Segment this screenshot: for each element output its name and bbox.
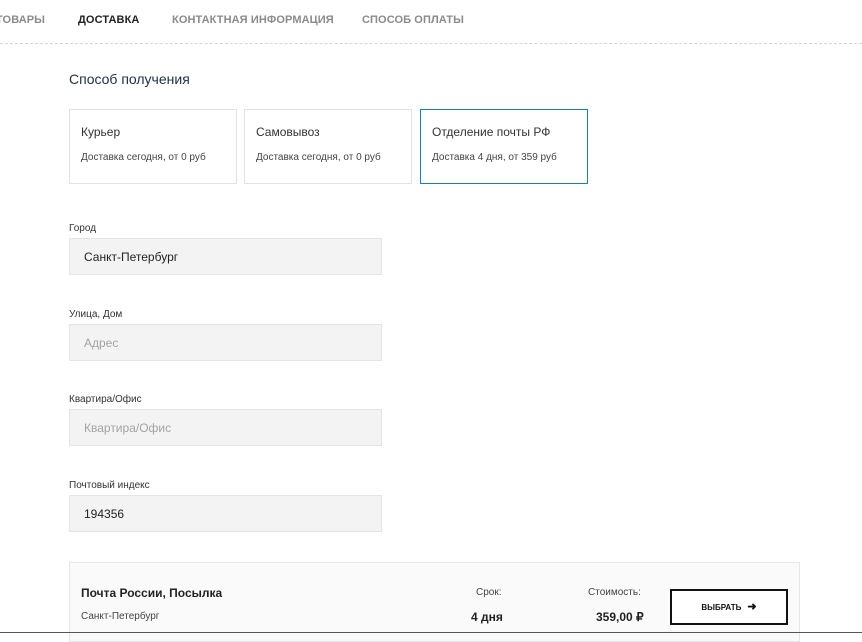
step-contact-info[interactable]: КОНТАКТНАЯ ИНФОРМАЦИЯ (172, 14, 334, 26)
tariff-city: Санкт-Петербург (81, 611, 160, 622)
term-label: Срок: (476, 587, 502, 598)
zip-label: Почтовый индекс (69, 480, 150, 491)
select-button-label: ВЫБРАТЬ (701, 602, 742, 612)
option-description: Доставка сегодня, от 0 руб (256, 152, 381, 163)
street-label: Улица, Дом (69, 309, 123, 320)
step-delivery[interactable]: ДОСТАВКА (78, 14, 139, 26)
option-description: Доставка сегодня, от 0 руб (81, 152, 206, 163)
zip-input[interactable] (69, 495, 382, 532)
arrow-right-icon: ➜ (747, 600, 757, 613)
price-label: Стоимость: (588, 587, 641, 598)
checkout-steps: ТОВАРЫ ДОСТАВКА КОНТАКТНАЯ ИНФОРМАЦИЯ СП… (0, 0, 862, 44)
option-name: Отделение почты РФ (432, 125, 551, 139)
tariff-card: Почта России, Посылка Санкт-Петербург Ср… (69, 562, 800, 642)
option-name: Курьер (81, 125, 121, 139)
step-payment-method[interactable]: СПОСОБ ОПЛАТЫ (362, 14, 464, 26)
city-label: Город (69, 223, 97, 234)
term-value: 4 дня (471, 610, 503, 624)
city-input[interactable] (69, 238, 382, 275)
delivery-option-pickup[interactable]: Самовывоз Доставка сегодня, от 0 руб (244, 109, 412, 184)
option-name: Самовывоз (256, 125, 320, 139)
bottom-divider (0, 632, 862, 633)
step-goods[interactable]: ТОВАРЫ (0, 14, 45, 26)
tariff-name: Почта России, Посылка (81, 586, 223, 600)
select-button[interactable]: ВЫБРАТЬ ➜ (670, 589, 788, 625)
street-input[interactable] (69, 324, 382, 361)
delivery-option-post-office[interactable]: Отделение почты РФ Доставка 4 дня, от 35… (420, 109, 588, 184)
delivery-option-courier[interactable]: Курьер Доставка сегодня, от 0 руб (69, 109, 237, 184)
apartment-label: Квартира/Офис (69, 394, 142, 405)
apartment-input[interactable] (69, 409, 382, 446)
option-description: Доставка 4 дня, от 359 руб (432, 152, 557, 163)
price-value: 359,00 ₽ (596, 610, 644, 624)
receipt-method-title: Способ получения (69, 71, 190, 87)
